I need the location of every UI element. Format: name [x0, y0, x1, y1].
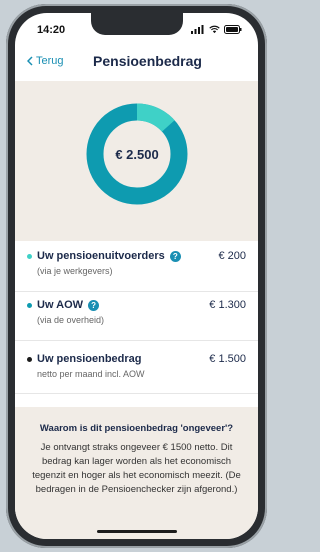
chart-center-label: € 2.500 [115, 147, 158, 162]
row-amount: € 1.500 [209, 353, 246, 365]
legend-dot [27, 357, 32, 362]
row-title: Uw pensioenuitvoerders ? [37, 250, 181, 262]
help-icon[interactable]: ? [88, 299, 100, 311]
info-panel: Waarom is dit pensioenbedrag 'ongeveer'?… [15, 407, 258, 539]
row-title-text: Uw pensioenuitvoerders [37, 250, 165, 262]
status-icons [191, 25, 242, 34]
app-screen: 14:20 Terug Pensioenbedrag € 2.500 Uw pe… [15, 13, 258, 539]
battery-icon [224, 25, 242, 34]
nav-bar: Terug Pensioenbedrag [15, 45, 258, 81]
row-title: Uw pensioenbedrag [37, 353, 142, 365]
row-pensioenuitvoerders[interactable]: Uw pensioenuitvoerders ? (via je werkgev… [15, 243, 258, 292]
pension-breakdown-list: Uw pensioenuitvoerders ? (via je werkgev… [15, 243, 258, 394]
row-subtitle: (via de overheid) [37, 315, 105, 325]
help-icon[interactable]: ? [169, 250, 181, 262]
row-amount: € 1.300 [209, 299, 246, 311]
row-title-text: Uw pensioenbedrag [37, 353, 142, 365]
info-title: Waarom is dit pensioenbedrag 'ongeveer'? [39, 423, 234, 434]
signal-icon [191, 25, 204, 34]
row-title: Uw AOW ? [37, 299, 100, 311]
legend-dot [27, 254, 32, 259]
row-subtitle: (via je werkgevers) [37, 266, 113, 276]
page-title: Pensioenbedrag [93, 53, 202, 69]
row-pensioenbedrag[interactable]: Uw pensioenbedrag netto per maand incl. … [15, 341, 258, 394]
row-title-text: Uw AOW [37, 299, 84, 311]
wifi-icon [209, 25, 220, 34]
summary-panel: € 2.500 [15, 81, 258, 241]
row-subtitle: netto per maand incl. AOW [37, 369, 145, 379]
status-time: 14:20 [37, 24, 66, 36]
row-amount: € 200 [218, 250, 246, 262]
phone-frame: 14:20 Terug Pensioenbedrag € 2.500 Uw pe… [6, 4, 267, 548]
phone-notch [91, 13, 183, 35]
home-indicator[interactable] [97, 530, 177, 533]
row-aow[interactable]: Uw AOW ? (via de overheid) € 1.300 [15, 292, 258, 341]
legend-dot [27, 303, 32, 308]
pension-donut-chart: € 2.500 [86, 103, 188, 205]
info-body: Je ontvangt straks ongeveer € 1500 netto… [32, 442, 241, 495]
